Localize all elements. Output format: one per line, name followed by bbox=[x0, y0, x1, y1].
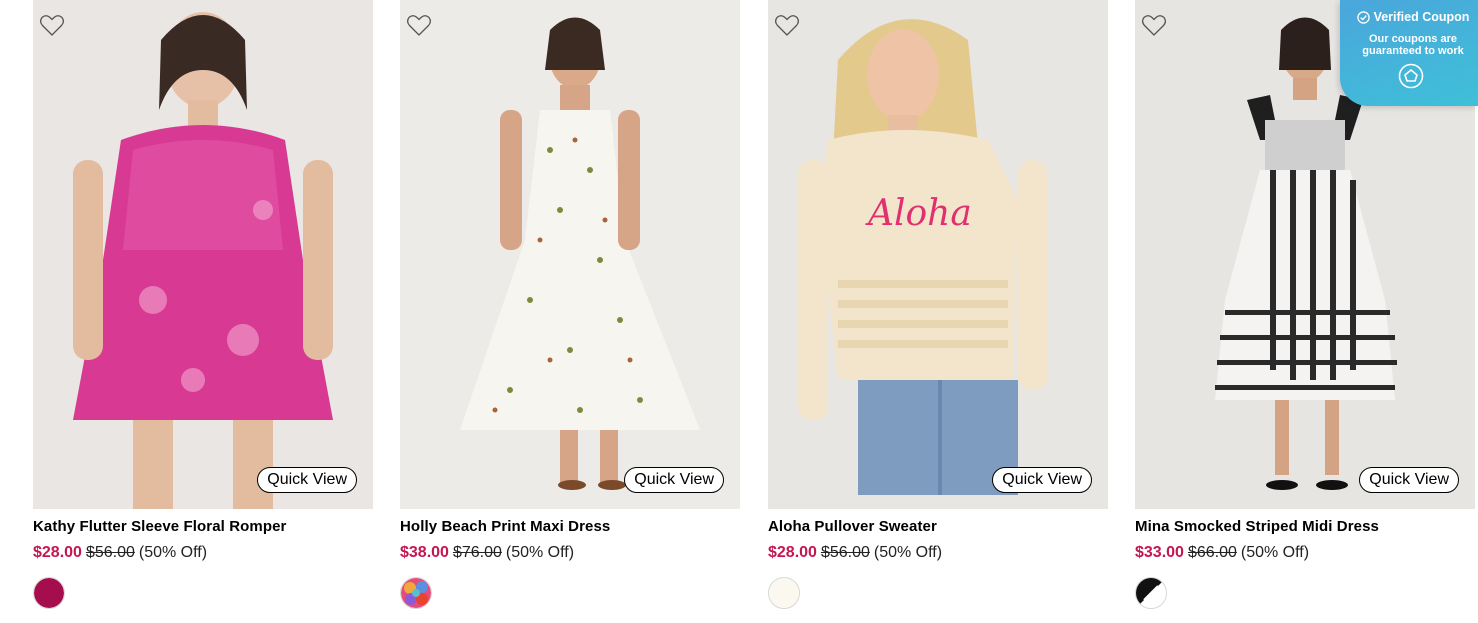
wishlist-heart-icon[interactable] bbox=[1140, 11, 1168, 39]
sale-price: $28.00 bbox=[768, 544, 817, 561]
quick-view-button[interactable]: Quick View bbox=[624, 467, 724, 493]
discount-label: (50% Off) bbox=[138, 544, 208, 561]
coupon-logo-icon bbox=[1398, 63, 1424, 89]
product-title[interactable]: Holly Beach Print Maxi Dress bbox=[400, 517, 740, 537]
quick-view-button[interactable]: Quick View bbox=[992, 467, 1092, 493]
price-line: $28.00 $56.00 (50% Off) bbox=[33, 543, 373, 563]
product-photo-maxi-dress bbox=[400, 0, 740, 509]
color-swatch[interactable] bbox=[768, 577, 800, 609]
product-card: Aloha Quick View Aloha Pullover Sweater … bbox=[768, 0, 1108, 609]
coupon-subtitle-line: Our coupons are bbox=[1368, 33, 1458, 45]
product-card: Quick View Kathy Flutter Sleeve Floral R… bbox=[33, 0, 373, 609]
wishlist-heart-icon[interactable] bbox=[405, 11, 433, 39]
coupon-title: Verified Coupon bbox=[1373, 10, 1470, 24]
color-swatch[interactable] bbox=[400, 577, 432, 609]
product-title[interactable]: Kathy Flutter Sleeve Floral Romper bbox=[33, 517, 373, 537]
original-price: $56.00 bbox=[85, 544, 135, 561]
product-image[interactable]: Aloha Quick View bbox=[768, 0, 1108, 509]
coupon-subtitle-line: guaranteed to work bbox=[1362, 45, 1464, 57]
discount-label: (50% Off) bbox=[873, 544, 943, 561]
coupon-header: Verified Coupon bbox=[1340, 9, 1478, 25]
product-card: Quick View Holly Beach Print Maxi Dress … bbox=[400, 0, 740, 609]
original-price: $76.00 bbox=[452, 544, 502, 561]
product-photo-romper bbox=[33, 0, 373, 509]
svg-text:Aloha: Aloha bbox=[865, 193, 972, 234]
product-grid: Quick View Kathy Flutter Sleeve Floral R… bbox=[0, 0, 1478, 623]
price-line: $38.00 $76.00 (50% Off) bbox=[400, 543, 740, 563]
price-line: $28.00 $56.00 (50% Off) bbox=[768, 543, 1108, 563]
check-circle-icon bbox=[1356, 10, 1370, 24]
wishlist-heart-icon[interactable] bbox=[773, 11, 801, 39]
sale-price: $38.00 bbox=[400, 544, 449, 561]
quick-view-button[interactable]: Quick View bbox=[1359, 467, 1459, 493]
sale-price: $28.00 bbox=[33, 544, 82, 561]
price-line: $33.00 $66.00 (50% Off) bbox=[1135, 543, 1475, 563]
product-image[interactable]: Quick View bbox=[400, 0, 740, 509]
original-price: $66.00 bbox=[1187, 544, 1237, 561]
wishlist-heart-icon[interactable] bbox=[38, 11, 66, 39]
product-image[interactable]: Quick View bbox=[33, 0, 373, 509]
color-swatch[interactable] bbox=[33, 577, 65, 609]
verified-coupon-badge[interactable]: Verified Coupon Our coupons are guarante… bbox=[1340, 0, 1478, 106]
discount-label: (50% Off) bbox=[1240, 544, 1310, 561]
product-photo-sweater: Aloha bbox=[768, 0, 1108, 509]
sale-price: $33.00 bbox=[1135, 544, 1184, 561]
discount-label: (50% Off) bbox=[505, 544, 575, 561]
quick-view-button[interactable]: Quick View bbox=[257, 467, 357, 493]
coupon-subtitle: Our coupons are guaranteed to work bbox=[1340, 33, 1478, 57]
original-price: $56.00 bbox=[820, 544, 870, 561]
product-title[interactable]: Aloha Pullover Sweater bbox=[768, 517, 1108, 537]
color-swatch[interactable] bbox=[1135, 577, 1167, 609]
product-title[interactable]: Mina Smocked Striped Midi Dress bbox=[1135, 517, 1475, 537]
